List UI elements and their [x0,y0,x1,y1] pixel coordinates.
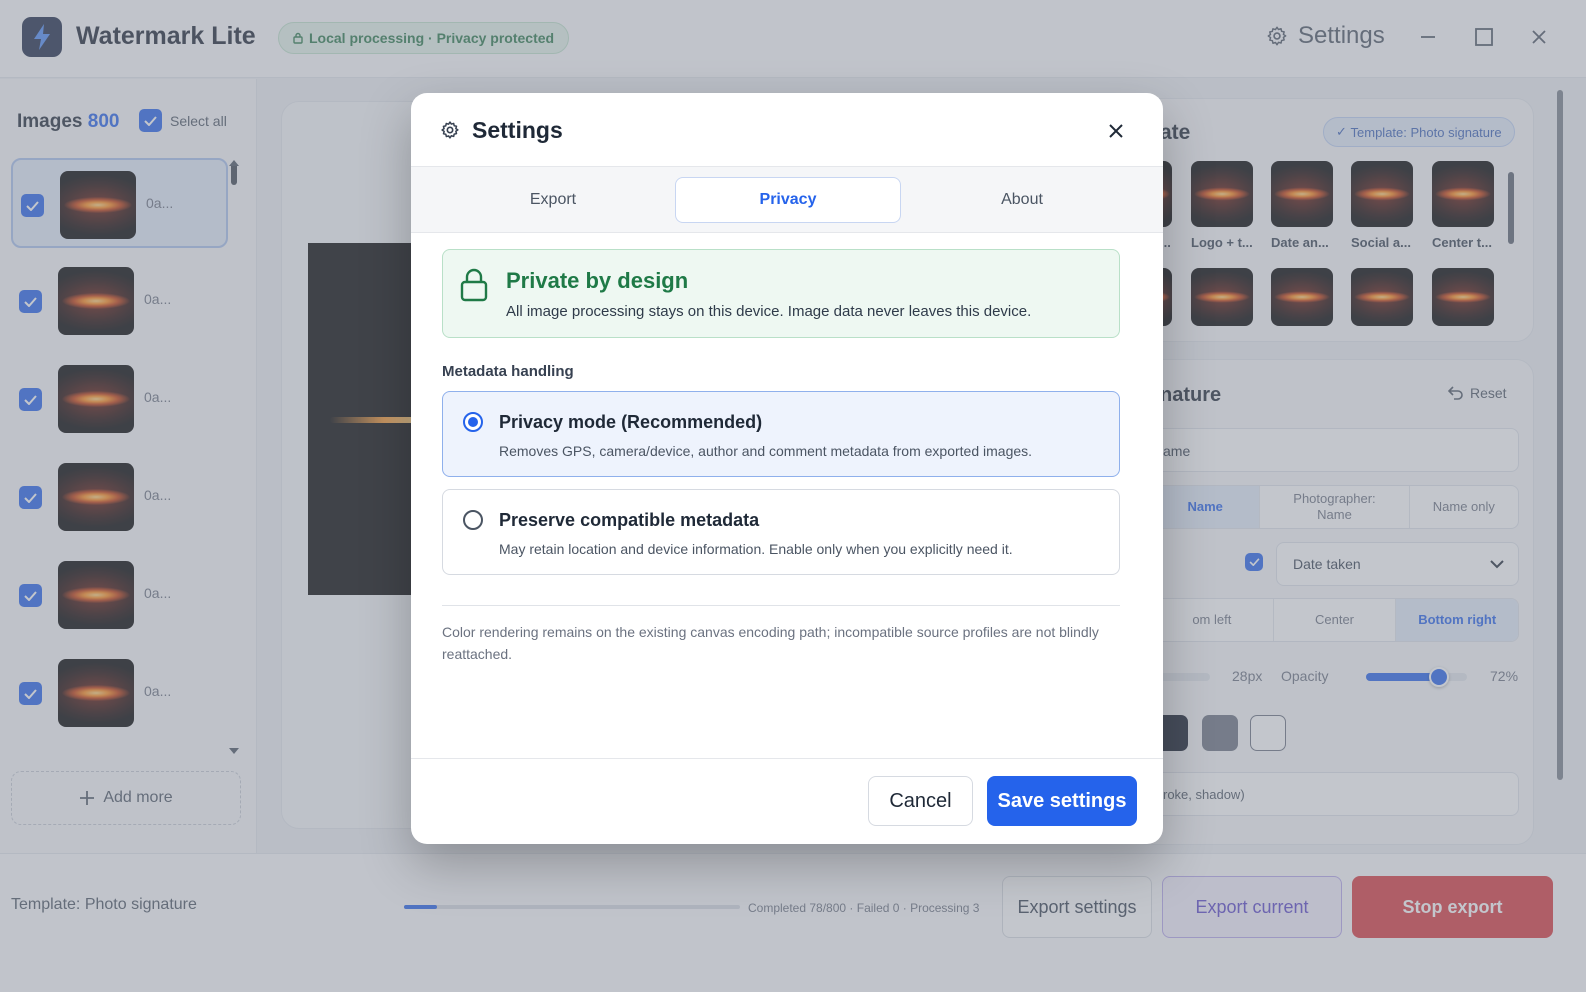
lock-icon [460,268,488,302]
close-icon [1109,124,1123,138]
radio-unselected[interactable] [463,510,483,530]
option-title: Privacy mode (Recommended) [499,412,763,432]
cancel-button[interactable]: Cancel [868,776,973,826]
tab-privacy[interactable]: Privacy [675,177,901,223]
gear-icon [441,121,459,139]
option-subtitle: Removes GPS, camera/device, author and c… [499,443,1033,459]
privacy-box-subtitle: All image processing stays on this devic… [506,303,1032,320]
dialog-close-button[interactable] [1103,118,1129,144]
option-subtitle: May retain location and device informati… [499,541,1013,557]
metadata-handling-label: Metadata handling [442,363,574,380]
privacy-info-box: Private by design All image processing s… [442,249,1120,338]
option-title: Preserve compatible metadata [499,510,760,530]
color-rendering-note: Color rendering remains on the existing … [442,624,1099,662]
tab-about[interactable]: About [909,177,1135,223]
dialog-header: Settings [411,93,1163,167]
save-settings-button[interactable]: Save settings [987,776,1137,826]
privacy-box-title: Private by design [506,268,689,293]
dialog-tabs: Export Privacy About [411,167,1163,233]
settings-dialog: Settings Export Privacy About Private by… [411,93,1163,844]
tab-export[interactable]: Export [440,177,666,223]
divider [442,605,1120,606]
privacy-mode-option[interactable]: Privacy mode (Recommended) Removes GPS, … [442,391,1120,477]
radio-selected[interactable] [463,412,483,432]
preserve-metadata-option[interactable]: Preserve compatible metadata May retain … [442,489,1120,575]
dialog-footer: Cancel Save settings [411,758,1163,844]
dialog-title: Settings [472,117,563,143]
